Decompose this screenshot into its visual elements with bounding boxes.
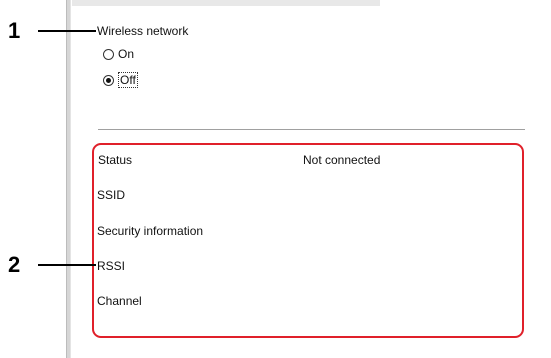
wireless-network-label: Wireless network [97,24,189,38]
radio-on-circle[interactable] [103,48,114,60]
security-information-label: Security information [97,224,204,238]
screenshot-canvas: 1 Wireless network On Off Status Not con… [0,0,551,358]
callout-number-1: 1 [8,18,21,43]
status-highlight-box [92,143,524,338]
radio-off[interactable]: Off [103,72,138,88]
channel-label: Channel [97,294,142,308]
callout-leader-line-2 [38,264,96,266]
radio-on-label: On [118,47,135,61]
status-value: Not connected [303,153,381,167]
ssid-label: SSID [97,188,126,202]
callout-number-2: 2 [8,252,21,277]
rssi-label: RSSI [97,259,126,273]
radio-off-label: Off [118,72,138,88]
section-divider [98,129,525,130]
window-left-border [66,0,71,358]
radio-on[interactable]: On [103,47,134,61]
radio-off-circle[interactable] [103,74,114,86]
status-label: Status [98,153,133,167]
callout-leader-line-1 [38,30,96,32]
radio-selected-dot [106,77,111,83]
